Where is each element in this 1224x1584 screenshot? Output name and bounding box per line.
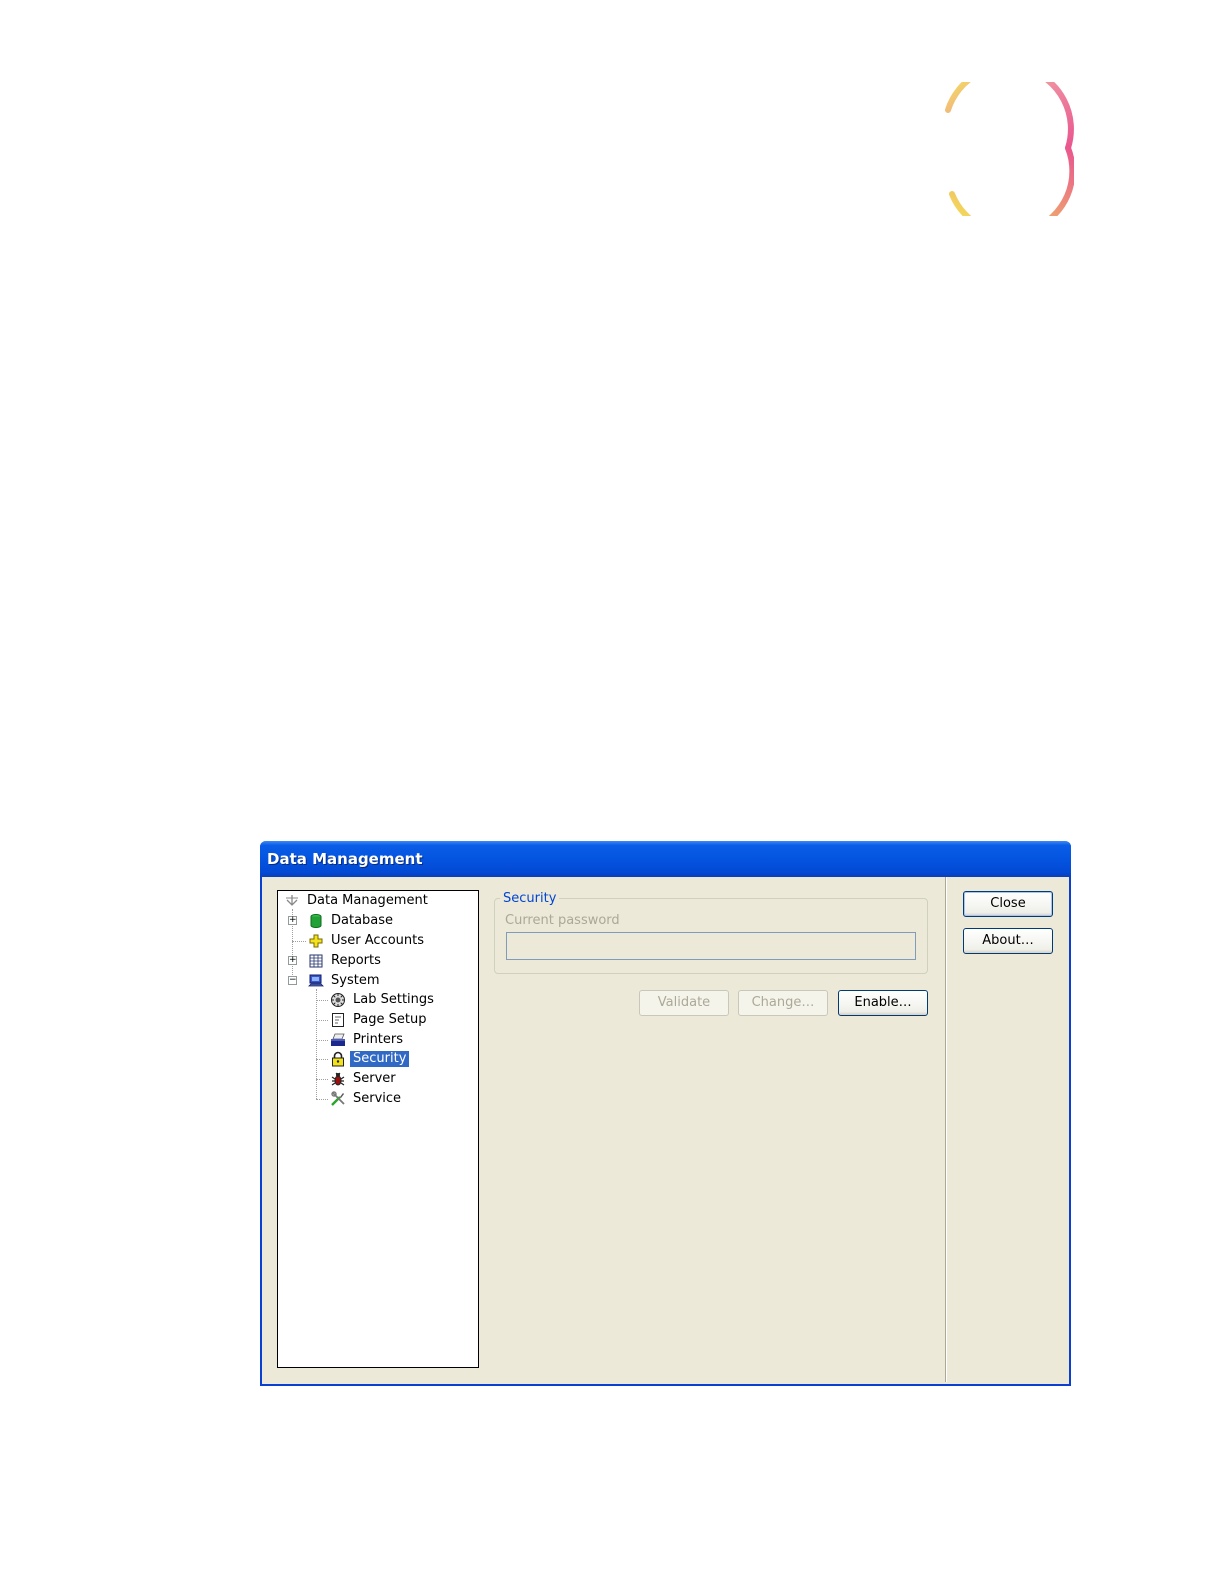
expand-database-toggle[interactable]: + (288, 916, 297, 925)
tree-item-label: Page Setup (353, 1012, 427, 1027)
about-button[interactable]: About… (963, 928, 1053, 954)
tree-item-reports[interactable]: Reports (308, 952, 384, 970)
tree-connector (316, 1040, 328, 1041)
logo-ring (945, 82, 1074, 216)
expand-reports-toggle[interactable]: + (288, 956, 297, 965)
tree-item-data-management[interactable]: Data Management (284, 892, 431, 910)
computer-icon (308, 973, 324, 989)
tree-item-page-setup[interactable]: Page Setup (330, 1011, 429, 1029)
page-setup-icon (330, 1012, 346, 1028)
tree-item-label: Data Management (307, 893, 428, 908)
current-password-label: Current password (505, 913, 620, 928)
title-bar[interactable]: Data Management (260, 841, 1071, 877)
tree-connector (316, 1059, 328, 1060)
tree-item-database[interactable]: Database (308, 912, 396, 930)
tree-item-label: System (331, 973, 380, 988)
validate-button[interactable]: Validate (639, 990, 729, 1016)
reports-icon (308, 953, 324, 969)
current-password-input[interactable] (506, 932, 916, 960)
tree-item-server[interactable]: Server (330, 1070, 399, 1088)
tree-connector (316, 989, 317, 1099)
tree-item-printers[interactable]: Printers (330, 1031, 406, 1049)
tree-connector (316, 1000, 328, 1001)
tree-item-label: Security (350, 1051, 410, 1067)
tree-item-label: Lab Settings (353, 992, 434, 1007)
tree-connector (316, 1099, 328, 1100)
panel-divider (945, 877, 947, 1382)
tree-item-system[interactable]: System (308, 972, 382, 990)
tree-item-label: Service (353, 1091, 402, 1106)
tree-item-label: Reports (331, 953, 381, 968)
database-icon (308, 913, 324, 929)
tree-item-user-accounts[interactable]: User Accounts (308, 932, 427, 950)
tools-icon (330, 1091, 346, 1107)
security-group-title: Security (500, 891, 560, 906)
tree-connector (316, 1020, 328, 1021)
tree-item-label: Database (331, 913, 394, 928)
navigation-tree[interactable]: Data Management + Database User Accounts… (277, 890, 479, 1368)
tree-connector (292, 941, 306, 942)
enable-button[interactable]: Enable… (838, 990, 928, 1016)
tree-item-security[interactable]: Security (330, 1050, 410, 1068)
close-button[interactable]: Close (963, 891, 1053, 917)
tree-item-label: Server (353, 1071, 396, 1086)
data-management-icon (284, 893, 300, 909)
lock-icon (330, 1051, 346, 1067)
tree-item-lab-settings[interactable]: Lab Settings (330, 991, 437, 1009)
lab-settings-icon (330, 992, 346, 1008)
tree-connector (316, 1079, 328, 1080)
tree-item-label: Printers (353, 1032, 404, 1047)
bug-icon (330, 1071, 346, 1087)
printer-icon (330, 1032, 346, 1048)
change-button[interactable]: Change… (738, 990, 828, 1016)
data-management-dialog: Data Management Data Management + Databa… (260, 841, 1071, 1386)
window-title: Data Management (267, 850, 423, 868)
collapse-system-toggle[interactable]: − (288, 976, 297, 985)
user-accounts-icon (308, 933, 324, 949)
tree-item-service[interactable]: Service (330, 1090, 404, 1108)
tree-item-label: User Accounts (331, 933, 425, 948)
